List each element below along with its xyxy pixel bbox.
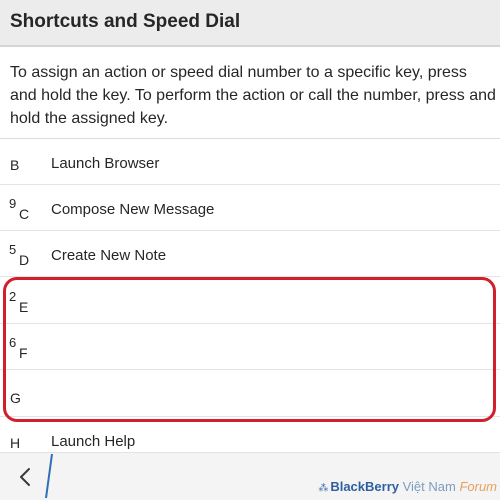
speed-dial-number: 2	[9, 289, 17, 304]
shortcut-key: C	[19, 206, 30, 222]
shortcut-action: Launch Browser	[51, 155, 160, 172]
speed-dial-number: 5	[9, 242, 17, 257]
instructions-text: To assign an action or speed dial number…	[10, 64, 496, 127]
shortcut-row-e[interactable]: 2 E	[0, 278, 500, 324]
blackberry-logo-icon: ⁂	[318, 483, 329, 494]
shortcut-row-c[interactable]: 9 C Compose New Message	[0, 185, 500, 231]
action-bar: ⁂ BlackBerry Việt Nam Forum	[0, 452, 500, 500]
shortcut-action: Compose New Message	[51, 201, 215, 218]
watermark-region: Việt Nam	[398, 479, 460, 494]
shortcut-row-f[interactable]: 6 F	[0, 324, 500, 370]
watermark-suffix: Forum	[459, 479, 497, 494]
speed-dial-number: 6	[9, 335, 17, 350]
page-title: Shortcuts and Speed Dial	[10, 11, 241, 32]
shortcut-key: B	[10, 157, 20, 173]
shortcut-row-b[interactable]: B Launch Browser	[0, 139, 500, 185]
shortcut-action: Launch Help	[51, 433, 136, 450]
watermark-brand: BlackBerry	[330, 479, 399, 494]
forum-watermark: ⁂ BlackBerry Việt Nam Forum	[318, 479, 497, 494]
shortcut-row-d[interactable]: 5 D Create New Note	[0, 231, 500, 277]
shortcut-key: D	[19, 252, 30, 268]
back-divider	[45, 453, 53, 499]
shortcut-key: E	[19, 299, 29, 315]
speed-dial-number: 9	[9, 196, 17, 211]
shortcut-key: G	[10, 390, 21, 406]
title-bar: Shortcuts and Speed Dial	[0, 0, 500, 47]
shortcut-action: Create New Note	[51, 247, 167, 264]
shortcut-row-g[interactable]: G	[0, 371, 500, 417]
shortcut-key: F	[19, 345, 28, 361]
shortcut-key: H	[10, 435, 21, 451]
